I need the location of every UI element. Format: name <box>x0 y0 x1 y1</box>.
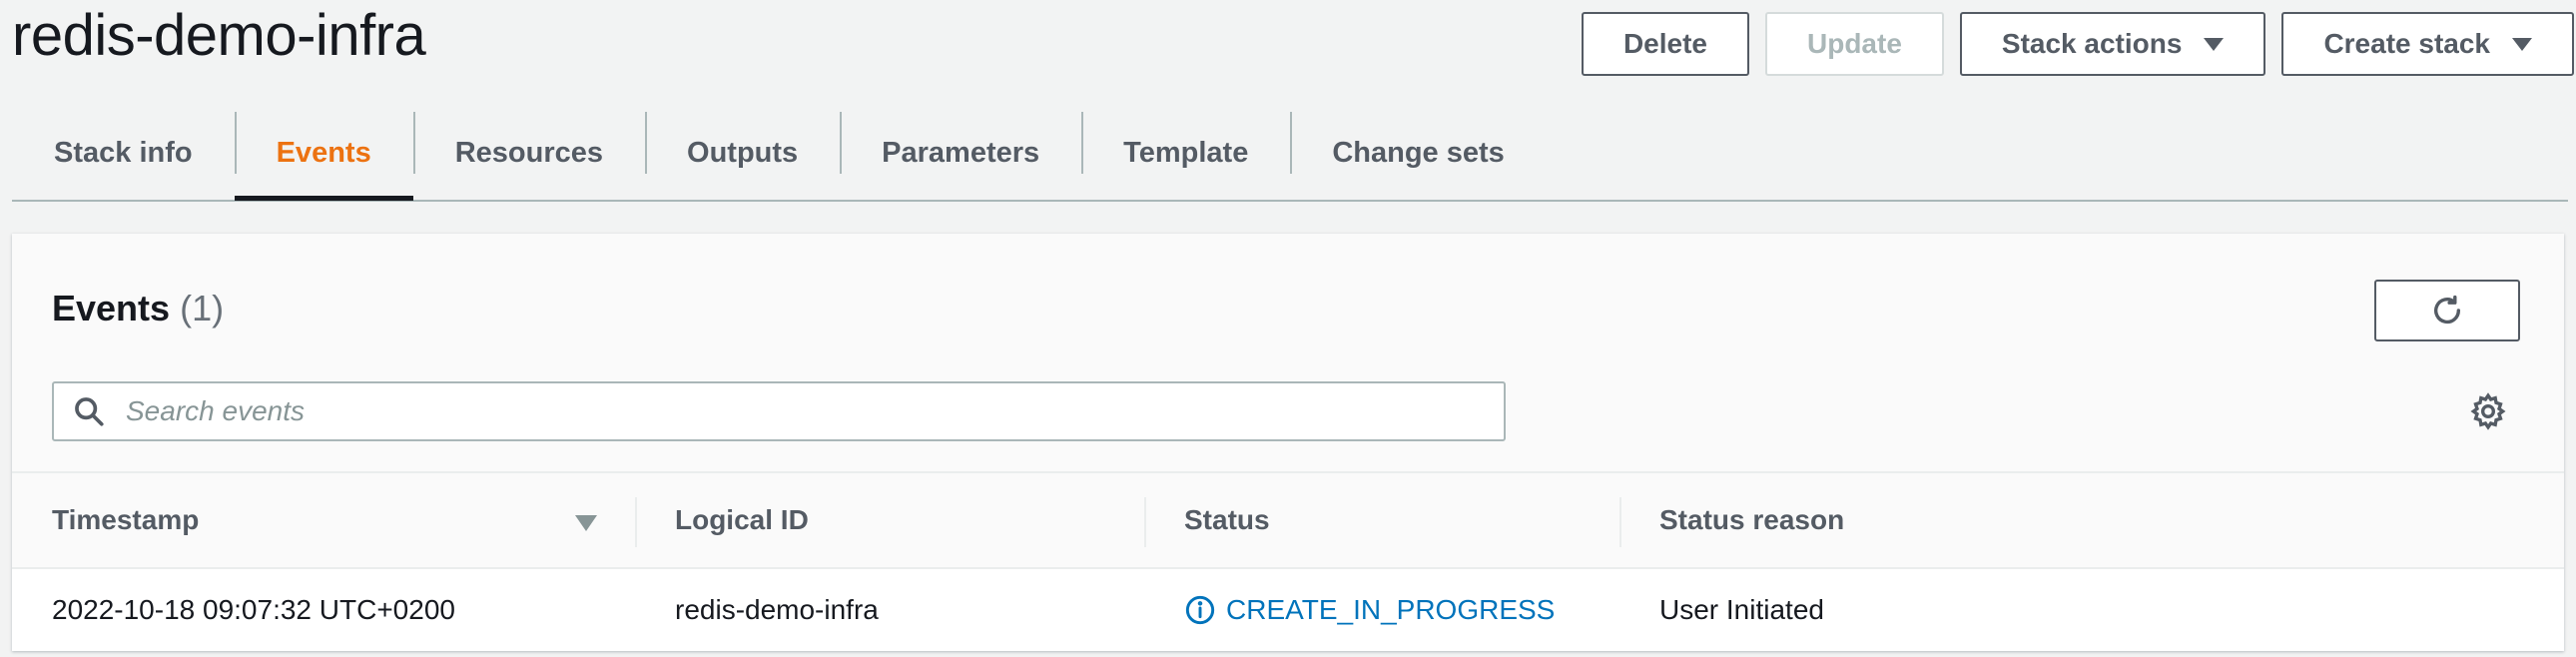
tab-template[interactable]: Template <box>1081 108 1290 198</box>
tab-stack-info[interactable]: Stack info <box>12 108 235 198</box>
refresh-button[interactable] <box>2374 280 2520 341</box>
tab-label: Stack info <box>54 136 193 169</box>
cell-status: CREATE_IN_PROGRESS <box>1144 594 1619 626</box>
tab-label: Template <box>1123 136 1249 169</box>
gear-icon <box>2470 392 2506 430</box>
update-button-label: Update <box>1807 28 1902 59</box>
tab-label: Outputs <box>687 136 799 169</box>
tab-label: Events <box>276 136 371 169</box>
cell-timestamp: 2022-10-18 09:07:32 UTC+0200 <box>52 594 455 625</box>
column-header-label: Status reason <box>1659 504 1845 535</box>
events-panel-title: Events (1) <box>52 288 224 329</box>
tab-events[interactable]: Events <box>234 108 413 201</box>
events-title-text: Events <box>52 288 171 328</box>
cell-status-reason: User Initiated <box>1659 594 1824 625</box>
sort-descending-icon[interactable] <box>575 515 597 531</box>
tab-parameters[interactable]: Parameters <box>840 108 1081 198</box>
cell-logical-id: redis-demo-infra <box>675 594 879 625</box>
events-count: (1) <box>180 288 225 328</box>
column-header-logical-id: Logical ID <box>635 473 1144 567</box>
create-stack-dropdown[interactable]: Create stack <box>2281 12 2574 76</box>
tab-change-sets[interactable]: Change sets <box>1290 108 1546 198</box>
caret-down-icon <box>2204 37 2225 51</box>
info-icon <box>1184 594 1216 626</box>
column-header-timestamp[interactable]: Timestamp <box>12 473 635 567</box>
create-stack-label: Create stack <box>2323 28 2490 59</box>
refresh-icon <box>2433 295 2461 325</box>
delete-button-label: Delete <box>1622 28 1707 59</box>
caret-down-icon <box>2512 37 2532 51</box>
page-title: redis-demo-infra <box>12 3 426 68</box>
stack-tabs: Stack info Events Resources Outputs Para… <box>12 108 2568 202</box>
column-header-label: Logical ID <box>675 504 809 535</box>
tab-resources[interactable]: Resources <box>412 108 645 198</box>
search-icon <box>72 394 106 428</box>
column-header-label: Timestamp <box>52 504 200 535</box>
update-button[interactable]: Update <box>1765 12 1944 76</box>
tab-label: Change sets <box>1332 136 1505 169</box>
tab-label: Resources <box>454 136 604 169</box>
table-header: Timestamp Logical ID Status Status reaso… <box>12 471 2564 569</box>
column-header-label: Status <box>1184 504 1270 535</box>
status-text: CREATE_IN_PROGRESS <box>1226 594 1556 625</box>
stack-actions-label: Stack actions <box>2001 28 2183 59</box>
search-events-field[interactable] <box>52 381 1506 441</box>
column-header-status: Status <box>1144 473 1619 567</box>
delete-button[interactable]: Delete <box>1581 12 1749 76</box>
events-table: Timestamp Logical ID Status Status reaso… <box>12 471 2564 651</box>
preferences-button[interactable] <box>2468 391 2508 431</box>
stack-actions-dropdown[interactable]: Stack actions <box>1959 12 2266 76</box>
tab-outputs[interactable]: Outputs <box>645 108 840 198</box>
header-actions: Delete Update Stack actions Create stack <box>1581 12 2574 76</box>
table-row[interactable]: 2022-10-18 09:07:32 UTC+0200 redis-demo-… <box>12 569 2564 651</box>
events-panel: Events (1) Timestamp Logical ID <box>12 234 2564 651</box>
tab-label: Parameters <box>882 136 1040 169</box>
column-header-status-reason: Status reason <box>1619 473 2564 567</box>
search-events-input[interactable] <box>124 394 1486 428</box>
